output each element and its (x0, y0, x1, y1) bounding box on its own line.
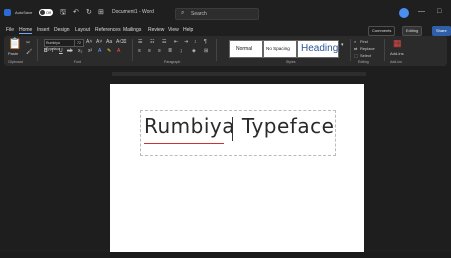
text-effects-icon[interactable]: A (98, 48, 101, 54)
replace-button[interactable]: Replace (360, 46, 375, 51)
select-button[interactable]: Select (360, 53, 371, 58)
highlight-icon[interactable]: ✎ (107, 48, 111, 54)
tab-review[interactable]: Review (148, 27, 164, 33)
change-case-icon[interactable]: Aa (106, 39, 112, 45)
strikethrough-icon[interactable]: ab (67, 48, 73, 54)
underline-icon[interactable]: U (59, 48, 63, 54)
numbering-icon[interactable]: ☷ (150, 39, 154, 45)
autosave-state: Off (46, 10, 52, 15)
autosave-toggle[interactable]: Off (39, 9, 53, 16)
search-placeholder: Search (191, 11, 207, 17)
group-clipboard: Clipboard (8, 60, 23, 64)
customize-toolbar-icon[interactable]: ⊞ (98, 8, 104, 16)
divider (384, 39, 385, 61)
redo-icon[interactable]: ↻ (86, 8, 92, 16)
select-icon: ⬚ (354, 53, 358, 58)
document-text[interactable]: Rumbiya Typeface (144, 114, 334, 138)
increase-indent-icon[interactable]: ⇥ (184, 39, 188, 45)
format-painter-icon[interactable]: 🖌 (26, 49, 32, 55)
bold-icon[interactable]: B (44, 48, 48, 54)
maximize-button[interactable]: □ (437, 8, 441, 15)
tab-design[interactable]: Design (54, 27, 70, 33)
doc-title: Document1 - Word (112, 9, 154, 15)
paste-label[interactable]: Paste (8, 51, 18, 56)
title-bar: AutoSave Off 🖫 ↶ ↻ ⊞ Document1 - Word ⌕ … (0, 0, 451, 26)
share-button[interactable]: Share (432, 26, 451, 36)
shrink-font-icon[interactable]: A˅ (96, 39, 102, 45)
group-styles: Styles (286, 60, 296, 64)
cut-icon[interactable]: ✂ (26, 40, 30, 46)
group-paragraph: Paragraph (164, 60, 181, 64)
tab-layout[interactable]: Layout (75, 27, 90, 33)
addins-icon[interactable]: ▦ (393, 38, 402, 49)
group-addins: Add-ins (390, 60, 402, 64)
divider (37, 39, 38, 61)
vertical-ruler (4, 80, 12, 250)
font-name-select[interactable]: Rumbiya Typeface (44, 39, 75, 51)
styles-more-icon[interactable]: ▾ (341, 42, 344, 48)
editing-button[interactable]: Editing (402, 26, 423, 36)
tab-references[interactable]: References (95, 27, 121, 33)
style-normal-label: Normal (236, 46, 253, 52)
style-heading-label: Heading (301, 43, 339, 54)
minimize-button[interactable]: — (418, 8, 425, 15)
find-icon: ⌕ (354, 39, 357, 44)
line-spacing-icon[interactable]: ↨ (180, 48, 183, 54)
text-cursor (232, 117, 233, 141)
autosave-label: AutoSave (15, 10, 33, 15)
bullets-icon[interactable]: ☰ (138, 39, 142, 45)
clear-format-icon[interactable]: A⌫ (116, 39, 126, 45)
document-page[interactable]: Rumbiya Typeface (110, 84, 364, 258)
pilcrow-icon[interactable]: ¶ (204, 39, 207, 45)
spelling-underline (144, 142, 224, 144)
replace-icon: ⇄ (354, 46, 358, 51)
divider (350, 39, 351, 61)
save-icon[interactable]: 🖫 (60, 8, 66, 19)
tab-mailings[interactable]: Mailings (123, 27, 141, 33)
ribbon-tabs: File Home Insert Design Layout Reference… (0, 26, 451, 36)
align-right-icon[interactable]: ≡ (158, 48, 161, 54)
style-no-spacing[interactable]: No Spacing (263, 40, 297, 58)
horizontal-ruler (4, 70, 447, 78)
style-heading[interactable]: Heading (297, 40, 339, 58)
font-color-icon[interactable]: A (117, 48, 120, 54)
word-logo-icon (4, 9, 11, 16)
align-left-icon[interactable]: ≡ (138, 48, 141, 54)
undo-icon[interactable]: ↶ (73, 8, 79, 16)
tab-home[interactable]: Home (19, 27, 33, 34)
tab-help[interactable]: Help (183, 27, 193, 33)
grow-font-icon[interactable]: A˄ (86, 39, 92, 45)
search-icon: ⌕ (181, 10, 185, 16)
subscript-icon[interactable]: x₂ (78, 48, 82, 54)
decrease-indent-icon[interactable]: ⇤ (174, 39, 178, 45)
group-editing: Editing (358, 60, 369, 64)
sort-icon[interactable]: ↕ (194, 39, 197, 45)
find-button[interactable]: Find (360, 39, 368, 44)
comments-button[interactable]: Comments (368, 26, 396, 36)
toggle-knob (40, 10, 45, 15)
style-normal[interactable]: Normal (229, 40, 263, 58)
status-bar (0, 252, 451, 258)
addins-button[interactable]: Add-ins (390, 51, 404, 56)
tab-insert[interactable]: Insert (37, 27, 50, 33)
superscript-icon[interactable]: x² (88, 48, 92, 54)
avatar[interactable] (399, 8, 409, 18)
justify-icon[interactable]: ≣ (168, 48, 172, 54)
divider (216, 39, 217, 61)
shading-icon[interactable]: ◈ (192, 48, 196, 54)
search-box[interactable]: ⌕ Search (175, 8, 259, 20)
tab-file[interactable]: File (6, 27, 14, 33)
group-font: Font (74, 60, 82, 64)
multilevel-list-icon[interactable]: ☲ (162, 39, 166, 45)
ruler-bar (112, 72, 366, 76)
font-size-select[interactable]: 72 (74, 39, 84, 47)
tab-view[interactable]: View (168, 27, 179, 33)
align-center-icon[interactable]: ≡ (148, 48, 151, 54)
style-no-spacing-label: No Spacing (266, 46, 290, 51)
paste-icon[interactable]: 📋 (8, 37, 22, 50)
italic-icon[interactable]: I (52, 48, 53, 54)
ribbon-home: 📋 Paste ✂ 🖌 Rumbiya Typeface 72 A˄ A˅ Aa… (4, 36, 447, 66)
divider (132, 39, 133, 61)
borders-icon[interactable]: ⊞ (204, 48, 208, 54)
